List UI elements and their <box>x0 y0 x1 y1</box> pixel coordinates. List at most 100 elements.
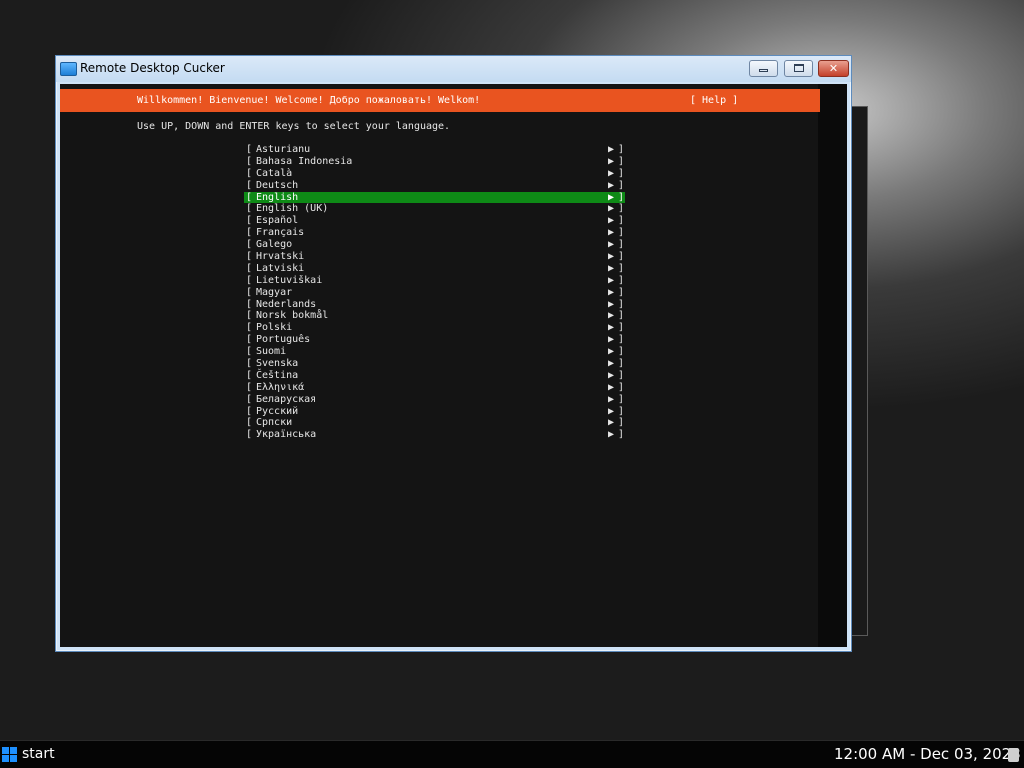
language-label: Русский <box>256 405 299 417</box>
close-icon: ✕ <box>828 62 839 75</box>
language-option[interactable]: [Bahasa Indonesia ▶] <box>244 156 625 168</box>
help-button[interactable]: [ Help ] <box>690 95 738 106</box>
language-option[interactable]: [English (UK) ▶] <box>244 203 625 215</box>
bracket-open: [ <box>246 381 253 393</box>
language-option[interactable]: [Čeština ▶] <box>244 370 625 382</box>
arrow-right-icon: ▶ <box>608 167 615 179</box>
remote-screen-edge <box>818 84 847 647</box>
bracket-open: [ <box>246 322 253 334</box>
language-label: Deutsch <box>256 179 299 191</box>
bracket-close: ] <box>618 179 625 191</box>
language-option[interactable]: [Svenska ▶] <box>244 358 625 370</box>
arrow-right-icon: ▶ <box>608 346 615 358</box>
bracket-open: [ <box>246 286 253 298</box>
language-option[interactable]: [Deutsch ▶] <box>244 180 625 192</box>
bracket-open: [ <box>246 191 253 203</box>
installer-header: Willkommen! Bienvenue! Welcome! Добро по… <box>60 89 820 112</box>
language-label: Svenska <box>256 358 299 370</box>
bracket-open: [ <box>246 334 253 346</box>
language-option[interactable]: [Lietuviškai ▶] <box>244 275 625 287</box>
maximize-icon <box>793 64 804 72</box>
arrow-right-icon: ▶ <box>608 203 615 215</box>
language-option[interactable]: [Español ▶] <box>244 215 625 227</box>
bracket-open: [ <box>246 215 253 227</box>
windows-logo-icon <box>2 747 17 762</box>
arrow-right-icon: ▶ <box>608 286 615 298</box>
bracket-close: ] <box>618 417 625 429</box>
language-option[interactable]: [Hrvatski ▶] <box>244 251 625 263</box>
language-label: Polski <box>256 322 293 334</box>
language-option[interactable]: [Català ▶] <box>244 168 625 180</box>
arrow-right-icon: ▶ <box>608 334 615 346</box>
bracket-close: ] <box>618 155 625 167</box>
language-label: Беларуская <box>256 393 317 405</box>
language-option[interactable]: [Galego ▶] <box>244 239 625 251</box>
bracket-close: ] <box>618 346 625 358</box>
bracket-close: ] <box>618 286 625 298</box>
language-label: Ελληνικά <box>256 381 305 393</box>
bracket-close: ] <box>618 274 625 286</box>
arrow-right-icon: ▶ <box>608 179 615 191</box>
bracket-close: ] <box>618 381 625 393</box>
bracket-close: ] <box>618 310 625 322</box>
remote-desktop-window[interactable]: Remote Desktop Cucker ✕ Willkommen! Bien… <box>55 55 852 652</box>
language-label: Asturianu <box>256 144 311 155</box>
language-option[interactable]: [Nederlands ▶] <box>244 299 625 311</box>
language-option[interactable]: [Polski ▶] <box>244 322 625 334</box>
bracket-close: ] <box>618 334 625 346</box>
arrow-right-icon: ▶ <box>608 262 615 274</box>
arrow-right-icon: ▶ <box>608 417 615 429</box>
start-button[interactable]: start <box>2 745 62 765</box>
language-option[interactable]: [Français ▶] <box>244 227 625 239</box>
language-label: English (UK) <box>256 203 329 215</box>
bracket-open: [ <box>246 274 253 286</box>
language-label: Latviski <box>256 262 305 274</box>
bracket-open: [ <box>246 179 253 191</box>
notification-icon[interactable] <box>1008 748 1019 762</box>
language-option[interactable]: [Latviski ▶] <box>244 263 625 275</box>
bracket-open: [ <box>246 155 253 167</box>
language-label: Hrvatski <box>256 251 305 263</box>
language-option[interactable]: [Српски ▶] <box>244 417 625 429</box>
language-option[interactable]: [Português ▶] <box>244 334 625 346</box>
language-list: [Asturianu ▶][Bahasa Indonesia ▶][Català ▶]… <box>244 144 625 441</box>
bracket-close: ] <box>618 298 625 310</box>
arrow-right-icon: ▶ <box>608 405 615 417</box>
clock[interactable]: 12:00 AM - Dec 03, 2023 <box>834 745 1021 763</box>
language-label: Українська <box>256 429 317 441</box>
arrow-right-icon: ▶ <box>608 274 615 286</box>
arrow-right-icon: ▶ <box>608 227 615 239</box>
language-option[interactable]: [Українська ▶] <box>244 429 625 441</box>
bracket-open: [ <box>246 251 253 263</box>
language-option[interactable]: [Magyar ▶] <box>244 287 625 299</box>
bracket-close: ] <box>618 167 625 179</box>
remote-screen[interactable]: Willkommen! Bienvenue! Welcome! Добро по… <box>60 84 847 647</box>
language-label: English <box>256 191 299 203</box>
language-option[interactable]: [Asturianu ▶] <box>244 144 625 156</box>
bracket-open: [ <box>246 239 253 251</box>
maximize-button[interactable] <box>784 60 813 77</box>
language-option[interactable]: [Suomi ▶] <box>244 346 625 358</box>
language-option[interactable]: [Беларуская ▶] <box>244 394 625 406</box>
language-label: Norsk bokmål <box>256 310 329 322</box>
arrow-right-icon: ▶ <box>608 239 615 251</box>
remote-desktop-icon <box>60 62 77 76</box>
taskbar: start 12:00 AM - Dec 03, 2023 <box>0 740 1024 768</box>
language-label: Português <box>256 334 311 346</box>
language-option[interactable]: [Norsk bokmål ▶] <box>244 310 625 322</box>
bracket-open: [ <box>246 298 253 310</box>
arrow-right-icon: ▶ <box>608 144 615 155</box>
desktop: Remote Desktop Cucker ✕ Willkommen! Bien… <box>0 0 1024 740</box>
title-bar[interactable]: Remote Desktop Cucker ✕ <box>56 56 851 82</box>
close-button[interactable]: ✕ <box>818 60 849 77</box>
bracket-close: ] <box>618 405 625 417</box>
arrow-right-icon: ▶ <box>608 322 615 334</box>
language-label: Lietuviškai <box>256 274 323 286</box>
language-label: Galego <box>256 239 293 251</box>
arrow-right-icon: ▶ <box>608 298 615 310</box>
language-option[interactable]: [Ελληνικά ▶] <box>244 382 625 394</box>
minimize-button[interactable] <box>749 60 778 77</box>
language-option[interactable]: [Русский ▶] <box>244 406 625 418</box>
arrow-right-icon: ▶ <box>608 393 615 405</box>
language-option[interactable]: [English ▶] <box>244 191 625 204</box>
